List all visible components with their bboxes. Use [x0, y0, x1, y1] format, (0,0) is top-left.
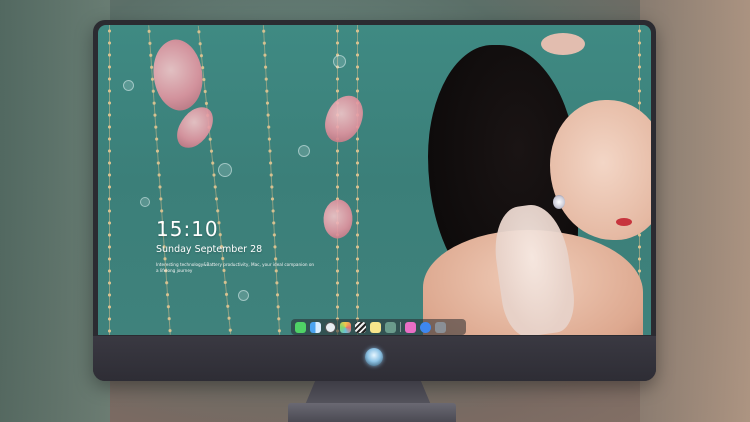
pearl-strand [356, 25, 359, 335]
dock-separator [400, 322, 401, 332]
app-store-icon[interactable] [385, 321, 396, 333]
pearl-strand [261, 25, 282, 335]
imac-monitor: 15:10 Sunday September 28 Interesting te… [93, 20, 656, 381]
safari-compass-icon[interactable] [420, 321, 431, 333]
lock-screen-date: Sunday September 28 [156, 244, 263, 255]
lock-screen[interactable]: 15:10 Sunday September 28 Interesting te… [98, 25, 651, 335]
camera-icon[interactable] [435, 321, 446, 333]
monitor-stand-base [288, 403, 456, 422]
clapper-icon[interactable] [355, 321, 366, 333]
background-blur-right [640, 0, 750, 422]
music-icon[interactable] [405, 321, 416, 333]
monitor-chin [93, 336, 656, 381]
dock [291, 319, 466, 335]
wallpaper-lips [616, 218, 632, 226]
messages-icon[interactable] [295, 321, 306, 333]
lock-screen-clock: 15:10 [156, 217, 219, 241]
lily-flower [322, 92, 366, 146]
lily-flower [318, 196, 358, 242]
bubble [218, 163, 232, 177]
bubble [333, 55, 346, 68]
bubble [298, 145, 310, 157]
brand-logo-icon [365, 348, 383, 366]
finder-icon[interactable] [310, 321, 321, 333]
wallpaper-hair-bow [541, 33, 585, 55]
bubble [238, 290, 249, 301]
monitor-stand-neck [305, 381, 431, 405]
pearl-strand [336, 25, 339, 335]
pearl-strand [108, 25, 111, 335]
photos-icon[interactable] [340, 321, 351, 333]
safari-icon[interactable] [325, 321, 336, 333]
bubble [140, 197, 150, 207]
wallpaper-earring [553, 195, 565, 209]
lock-screen-tagline: Interesting technology&Battery productiv… [156, 262, 315, 273]
notes-icon[interactable] [370, 321, 381, 333]
bubble [123, 80, 134, 91]
